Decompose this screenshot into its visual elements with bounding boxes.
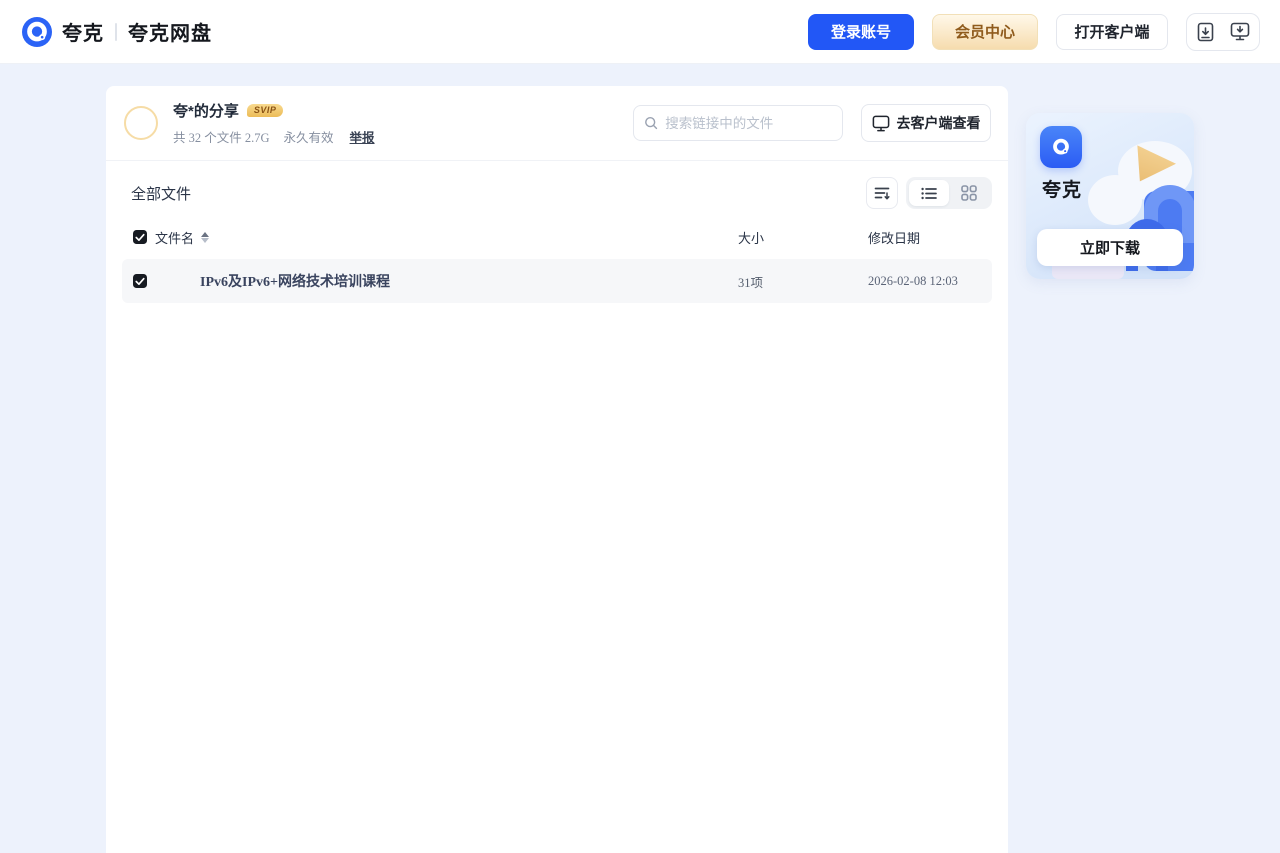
files-toolbar: 全部文件	[106, 161, 1008, 219]
search-input[interactable]	[665, 115, 832, 131]
view-controls	[866, 177, 992, 209]
brand-group: 夸克 夸克网盘	[22, 16, 212, 47]
check-icon	[135, 233, 145, 241]
vip-center-button[interactable]: 会员中心	[932, 13, 1038, 50]
svip-badge: SVIP	[246, 104, 284, 117]
file-name[interactable]: IPv6及IPv6+网络技术培训课程	[200, 271, 390, 291]
file-date: 2026-02-08 12:03	[868, 273, 958, 288]
list-view-icon	[921, 187, 937, 199]
sort-lines-icon	[874, 187, 890, 199]
share-title: 夸*的分享	[173, 103, 239, 120]
open-client-button[interactable]: 打开客户端	[1056, 13, 1168, 50]
share-info: 夸*的分享 SVIP 共 32 个文件 2.7G 永久有效 举报	[173, 100, 375, 146]
mobile-download-icon[interactable]	[1197, 22, 1214, 42]
main-area: 夸*的分享 SVIP 共 32 个文件 2.7G 永久有效 举报 搜索链接中的文…	[106, 64, 1280, 853]
caret-up-icon	[201, 231, 210, 237]
quark-app-icon	[1040, 126, 1082, 168]
column-date-label[interactable]: 修改日期	[868, 228, 992, 247]
share-info-bar: 夸*的分享 SVIP 共 32 个文件 2.7G 永久有效 举报 搜索链接中的文…	[106, 86, 1008, 161]
view-mode-toggle	[906, 177, 992, 209]
sharer-avatar	[124, 106, 158, 140]
promo-app-name: 夸克	[1042, 180, 1083, 201]
view-in-client-label: 去客户端查看	[896, 115, 981, 131]
row-checkbox[interactable]	[133, 274, 147, 288]
file-row[interactable]: IPv6及IPv6+网络技术培训课程 31项 2026-02-08 12:03	[122, 259, 992, 303]
brand-name: 夸克	[62, 23, 104, 45]
column-name-label[interactable]: 文件名	[155, 228, 194, 247]
share-stats: 共 32 个文件 2.7G 永久有效 举报	[173, 127, 375, 146]
sort-order-button[interactable]	[866, 177, 898, 209]
grid-view-button[interactable]	[949, 180, 989, 206]
brand-divider	[115, 22, 117, 41]
app-promo-card: 夸克 立即下载	[1026, 113, 1194, 279]
cloud-decoration	[1088, 175, 1142, 225]
download-apps-group	[1186, 12, 1260, 51]
caret-down-icon	[201, 237, 210, 243]
login-button[interactable]: 登录账号	[808, 13, 914, 50]
monitor-icon	[872, 115, 889, 131]
share-panel: 夸*的分享 SVIP 共 32 个文件 2.7G 永久有效 举报 搜索链接中的文…	[106, 86, 1008, 853]
list-view-button[interactable]	[909, 180, 949, 206]
all-files-title: 全部文件	[131, 185, 192, 203]
name-sort-carets[interactable]	[201, 231, 210, 243]
grid-view-icon	[961, 185, 977, 201]
share-file-count: 共 32 个文件 2.7G	[173, 131, 270, 145]
file-table-header: 文件名 大小 修改日期	[122, 225, 992, 249]
quark-logo-icon	[1053, 138, 1069, 155]
view-in-client-button[interactable]: 去客户端查看	[861, 104, 991, 142]
report-link[interactable]: 举报	[350, 127, 375, 146]
desktop-download-icon[interactable]	[1230, 22, 1250, 41]
header-actions: 登录账号 会员中心 打开客户端	[808, 12, 1260, 51]
app-header: 夸克 夸克网盘 登录账号 会员中心 打开客户端	[0, 0, 1280, 64]
quark-logo-icon	[22, 16, 52, 47]
share-actions: 去客户端查看	[633, 104, 991, 142]
column-size-label[interactable]: 大小	[738, 228, 868, 247]
product-name: 夸克网盘	[128, 23, 212, 45]
check-icon	[135, 277, 145, 285]
search-icon	[645, 116, 658, 130]
select-all-checkbox[interactable]	[133, 230, 147, 244]
search-box	[633, 105, 843, 141]
download-now-button[interactable]: 立即下载	[1037, 229, 1183, 266]
share-validity: 永久有效	[283, 131, 334, 145]
file-size: 31项	[738, 275, 764, 290]
